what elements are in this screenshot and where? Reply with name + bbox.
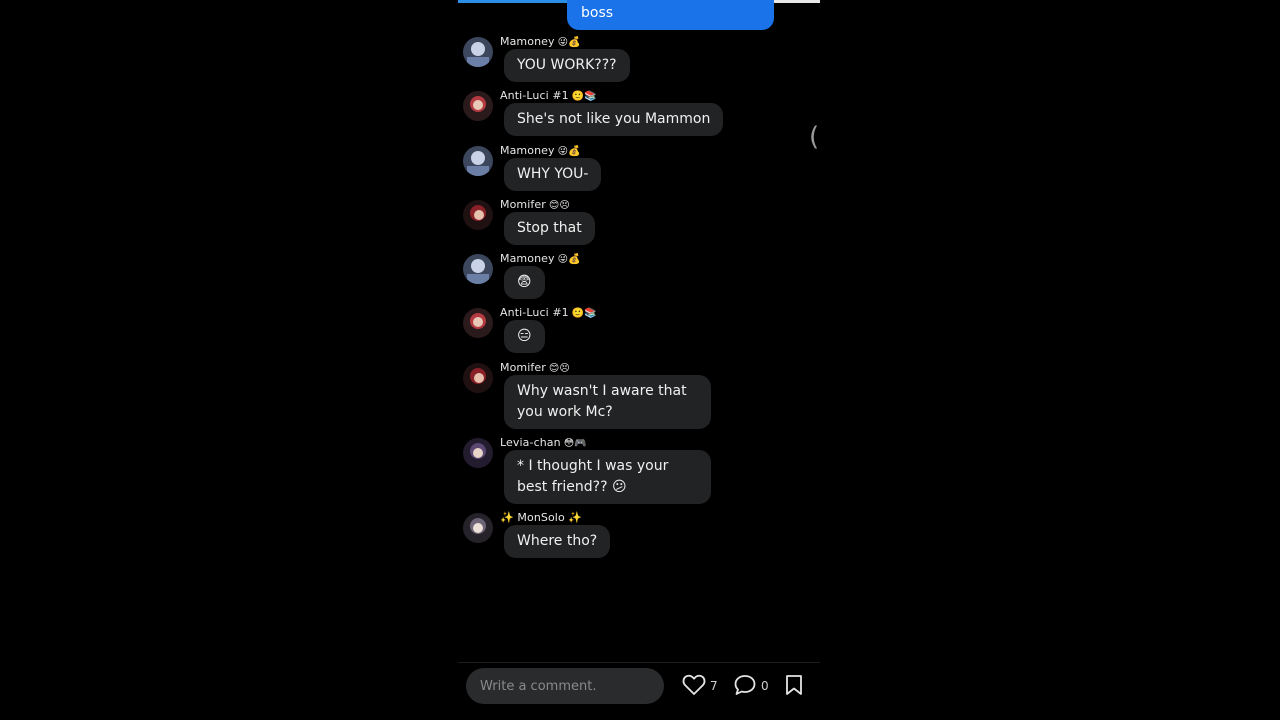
like-button[interactable]: 7 xyxy=(682,674,718,698)
sender-name[interactable]: ✨ MonSolo ✨ xyxy=(500,511,585,524)
chat-message: Anti-Luci #1 🙂📚 She's not like you Mammon xyxy=(458,89,820,141)
sender-name[interactable]: Momifer 😊😣 xyxy=(500,198,570,211)
message-bubble: Where tho? xyxy=(504,525,611,558)
comment-count: 0 xyxy=(761,679,769,693)
message-bubble: 😑 xyxy=(504,320,545,353)
sender-emoji: 😜💰 xyxy=(557,254,581,265)
sender-label: Anti-Luci #1 xyxy=(500,306,569,319)
avatar[interactable] xyxy=(463,91,493,121)
sender-emoji: 😊😣 xyxy=(548,363,570,374)
sender-emoji: 😜💰 xyxy=(557,146,581,157)
avatar[interactable] xyxy=(463,363,493,393)
avatar[interactable] xyxy=(463,513,493,543)
sender-emoji: 😳🎮 xyxy=(563,438,587,449)
avatar[interactable] xyxy=(463,37,493,67)
sender-emoji: 😊😣 xyxy=(548,200,570,211)
sender-name[interactable]: Mamoney 😜💰 xyxy=(500,35,581,48)
sender-label: Momifer xyxy=(500,361,546,374)
sender-name[interactable]: Anti-Luci #1 🙂📚 xyxy=(500,306,597,319)
like-count: 7 xyxy=(710,679,718,693)
comment-input[interactable] xyxy=(466,668,664,704)
chat-message: Levia-chan 😳🎮 * I thought I was your best… xyxy=(458,436,820,508)
comments-button[interactable]: 0 xyxy=(733,674,769,698)
sender-label: ✨ MonSolo ✨ xyxy=(500,511,583,524)
chat-message: Mamoney 😜💰 WHY YOU- xyxy=(458,144,820,196)
chat-screen: boss Mamoney 😜💰 YOU WORK??? Anti-Luci #1 🙂… xyxy=(458,0,820,720)
sender-label: Mamoney xyxy=(500,35,555,48)
sent-message-bubble: boss xyxy=(567,0,774,30)
chat-message: Momifer 😊😣 Why wasn't I aware that you wo… xyxy=(458,361,820,433)
chat-message: ✨ MonSolo ✨ Where tho? xyxy=(458,511,820,563)
sender-label: Mamoney xyxy=(500,144,555,157)
heart-icon xyxy=(682,674,706,699)
sender-label: Mamoney xyxy=(500,252,555,265)
chat-message: Momifer 😊😣 Stop that xyxy=(458,198,820,250)
message-bubble: YOU WORK??? xyxy=(504,49,630,82)
message-bubble: * I thought I was your best friend?? 😕 xyxy=(504,450,711,504)
sender-name[interactable]: Levia-chan 😳🎮 xyxy=(500,436,587,449)
avatar[interactable] xyxy=(463,254,493,284)
bottom-divider xyxy=(458,662,820,663)
message-bubble: WHY YOU- xyxy=(504,158,602,191)
sender-name[interactable]: Mamoney 😜💰 xyxy=(500,144,581,157)
sender-name[interactable]: Mamoney 😜💰 xyxy=(500,252,581,265)
sender-name[interactable]: Momifer 😊😣 xyxy=(500,361,570,374)
side-bracket-glyph: ( xyxy=(809,122,820,152)
sender-emoji: 😜💰 xyxy=(557,37,581,48)
chat-message: Anti-Luci #1 🙂📚 😑 xyxy=(458,306,820,358)
avatar[interactable] xyxy=(463,308,493,338)
sender-emoji: 🙂📚 xyxy=(571,308,597,319)
comment-bubble-icon xyxy=(733,674,757,699)
message-bubble: Stop that xyxy=(504,212,595,245)
message-bubble: 😨 xyxy=(504,266,545,299)
sender-emoji: 🙂📚 xyxy=(571,91,597,102)
avatar[interactable] xyxy=(463,438,493,468)
bookmark-button[interactable] xyxy=(784,674,804,698)
message-bubble: Why wasn't I aware that you work Mc? xyxy=(504,375,711,429)
sender-label: Anti-Luci #1 xyxy=(500,89,569,102)
sender-label: Levia-chan xyxy=(500,436,561,449)
sender-label: Momifer xyxy=(500,198,546,211)
avatar[interactable] xyxy=(463,146,493,176)
sender-name[interactable]: Anti-Luci #1 🙂📚 xyxy=(500,89,597,102)
avatar[interactable] xyxy=(463,200,493,230)
message-bubble: She's not like you Mammon xyxy=(504,103,724,136)
bookmark-icon xyxy=(784,674,804,699)
chat-message: Mamoney 😜💰 😨 xyxy=(458,252,820,304)
chat-message: Mamoney 😜💰 YOU WORK??? xyxy=(458,35,820,87)
